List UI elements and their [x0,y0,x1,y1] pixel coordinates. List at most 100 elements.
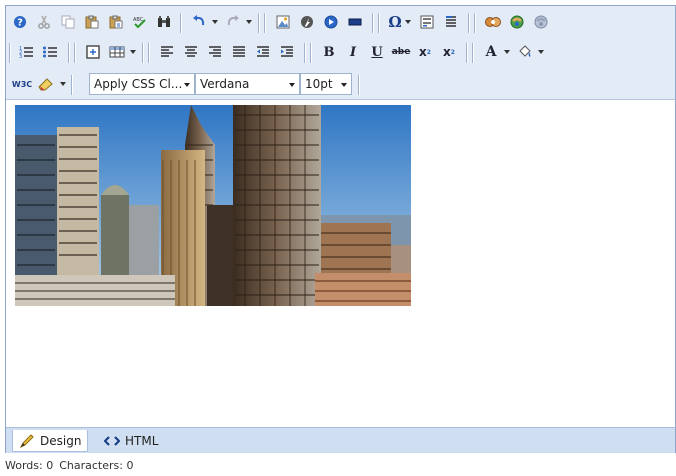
code-icon [104,436,120,446]
font-size-select-value: 10pt [305,77,333,91]
toolbar-separator [310,43,312,63]
align-left-button[interactable] [156,41,178,63]
tab-html-label: HTML [125,434,159,448]
insert-table-button[interactable] [106,41,128,63]
font-name-select[interactable]: Verdana [195,73,300,95]
bold-button[interactable]: B [318,41,340,63]
align-right-button[interactable] [204,41,226,63]
insert-symbol-button[interactable]: Ω [386,11,404,33]
format-stripper-dropdown[interactable] [60,82,66,86]
toolbar-separator [372,13,374,33]
bullet-list-icon [43,46,57,58]
numbered-list-icon: 123 [19,46,33,59]
toolbar-row-3: W3C Apply CSS Cl... Verdana 10pt [6,70,675,98]
svg-text:3: 3 [19,54,22,59]
insert-table-dropdown[interactable] [130,50,136,54]
binoculars-icon [158,16,170,27]
skyline-picture [15,105,411,306]
insert-link-button[interactable] [482,11,504,33]
chevron-down-icon [289,83,295,87]
city-skyline-image[interactable] [15,105,411,306]
toolbar-separator [258,13,260,33]
rich-text-editor: ? ABC Ω 1 2 3 B I U abe x 2 x 2 A W3C Ap… [5,5,676,453]
subscript-button[interactable]: x2 [414,41,436,63]
ordered-list-button[interactable]: 123 [15,41,37,63]
insert-anchor-button[interactable] [506,11,528,33]
highlight-color-button[interactable] [514,41,536,63]
toolbar-row-1: ? ABC Ω [6,8,675,38]
superscript-label: x [443,45,451,59]
undo-button[interactable] [188,11,210,33]
italic-button[interactable]: I [342,41,364,63]
subscript-marker: 2 [426,48,431,56]
word-count: Words: 0 [5,458,54,472]
toolbar-separator [71,75,73,95]
unlink-icon [534,15,548,29]
help-icon: ? [14,16,26,29]
subscript-label: x [419,45,427,59]
copy-icon [61,15,75,29]
svg-text:?: ? [17,18,23,29]
outdent-button[interactable] [252,41,274,63]
font-color-button[interactable]: A [480,41,502,63]
undo-dropdown[interactable] [212,20,218,24]
paste-special-button[interactable] [105,11,127,33]
tab-html[interactable]: HTML [98,430,164,452]
paste-button[interactable] [81,11,103,33]
find-button[interactable] [153,11,175,33]
w3c-icon: W3C [11,79,33,89]
justify-icon [233,46,245,57]
remove-link-button[interactable] [530,11,552,33]
xhtml-validator-button[interactable]: W3C [11,73,33,95]
spellcheck-button[interactable]: ABC [129,11,151,33]
scissors-icon [38,15,50,29]
css-class-select[interactable]: Apply CSS Cl... [89,73,195,95]
media-icon [324,15,338,29]
editor-content-area[interactable] [6,101,675,427]
indent-button[interactable] [276,41,298,63]
box-icon [86,45,100,59]
pencil-icon [19,433,34,448]
paragraph-icon [446,16,456,27]
paragraph-button[interactable] [440,11,462,33]
align-center-icon [185,46,197,57]
toolbar-separator [466,43,468,63]
toolbar-row-2: 123 B I U abe x 2 x 2 A [6,38,675,68]
font-color-dropdown[interactable] [504,50,510,54]
format-stripper-button[interactable] [35,73,57,95]
copy-button[interactable] [57,11,79,33]
redo-dropdown[interactable] [246,20,252,24]
font-size-select[interactable]: 10pt [300,73,352,95]
insert-media-button[interactable] [320,11,342,33]
tab-design[interactable]: Design [12,430,89,452]
toolbar-separator [9,43,11,63]
form-icon [420,15,434,29]
flash-icon [301,16,313,28]
insert-horizontal-rule-button[interactable] [344,11,366,33]
strikethrough-button[interactable]: abe [390,41,412,63]
character-count: Characters: 0 [59,458,134,472]
align-center-button[interactable] [180,41,202,63]
toolbar-separator [148,43,150,63]
insert-image-button[interactable] [272,11,294,33]
indent-icon [281,46,293,57]
about-button[interactable]: ? [9,11,31,33]
insert-flash-button[interactable] [296,11,318,33]
eraser-icon [38,78,53,91]
insert-form-button[interactable] [416,11,438,33]
unordered-list-button[interactable] [39,41,61,63]
omega-icon: Ω [388,13,402,31]
anchor-icon [510,15,524,29]
cut-button[interactable] [33,11,55,33]
justify-button[interactable] [228,41,250,63]
paste-special-icon [109,15,123,29]
insert-box-button[interactable] [82,41,104,63]
insert-symbol-dropdown[interactable] [405,20,411,24]
table-icon [109,46,125,58]
align-left-icon [161,46,173,57]
redo-button[interactable] [222,11,244,33]
superscript-button[interactable]: x2 [438,41,460,63]
toolbar-separator [68,43,70,63]
highlight-color-dropdown[interactable] [538,50,544,54]
underline-button[interactable]: U [366,41,388,63]
